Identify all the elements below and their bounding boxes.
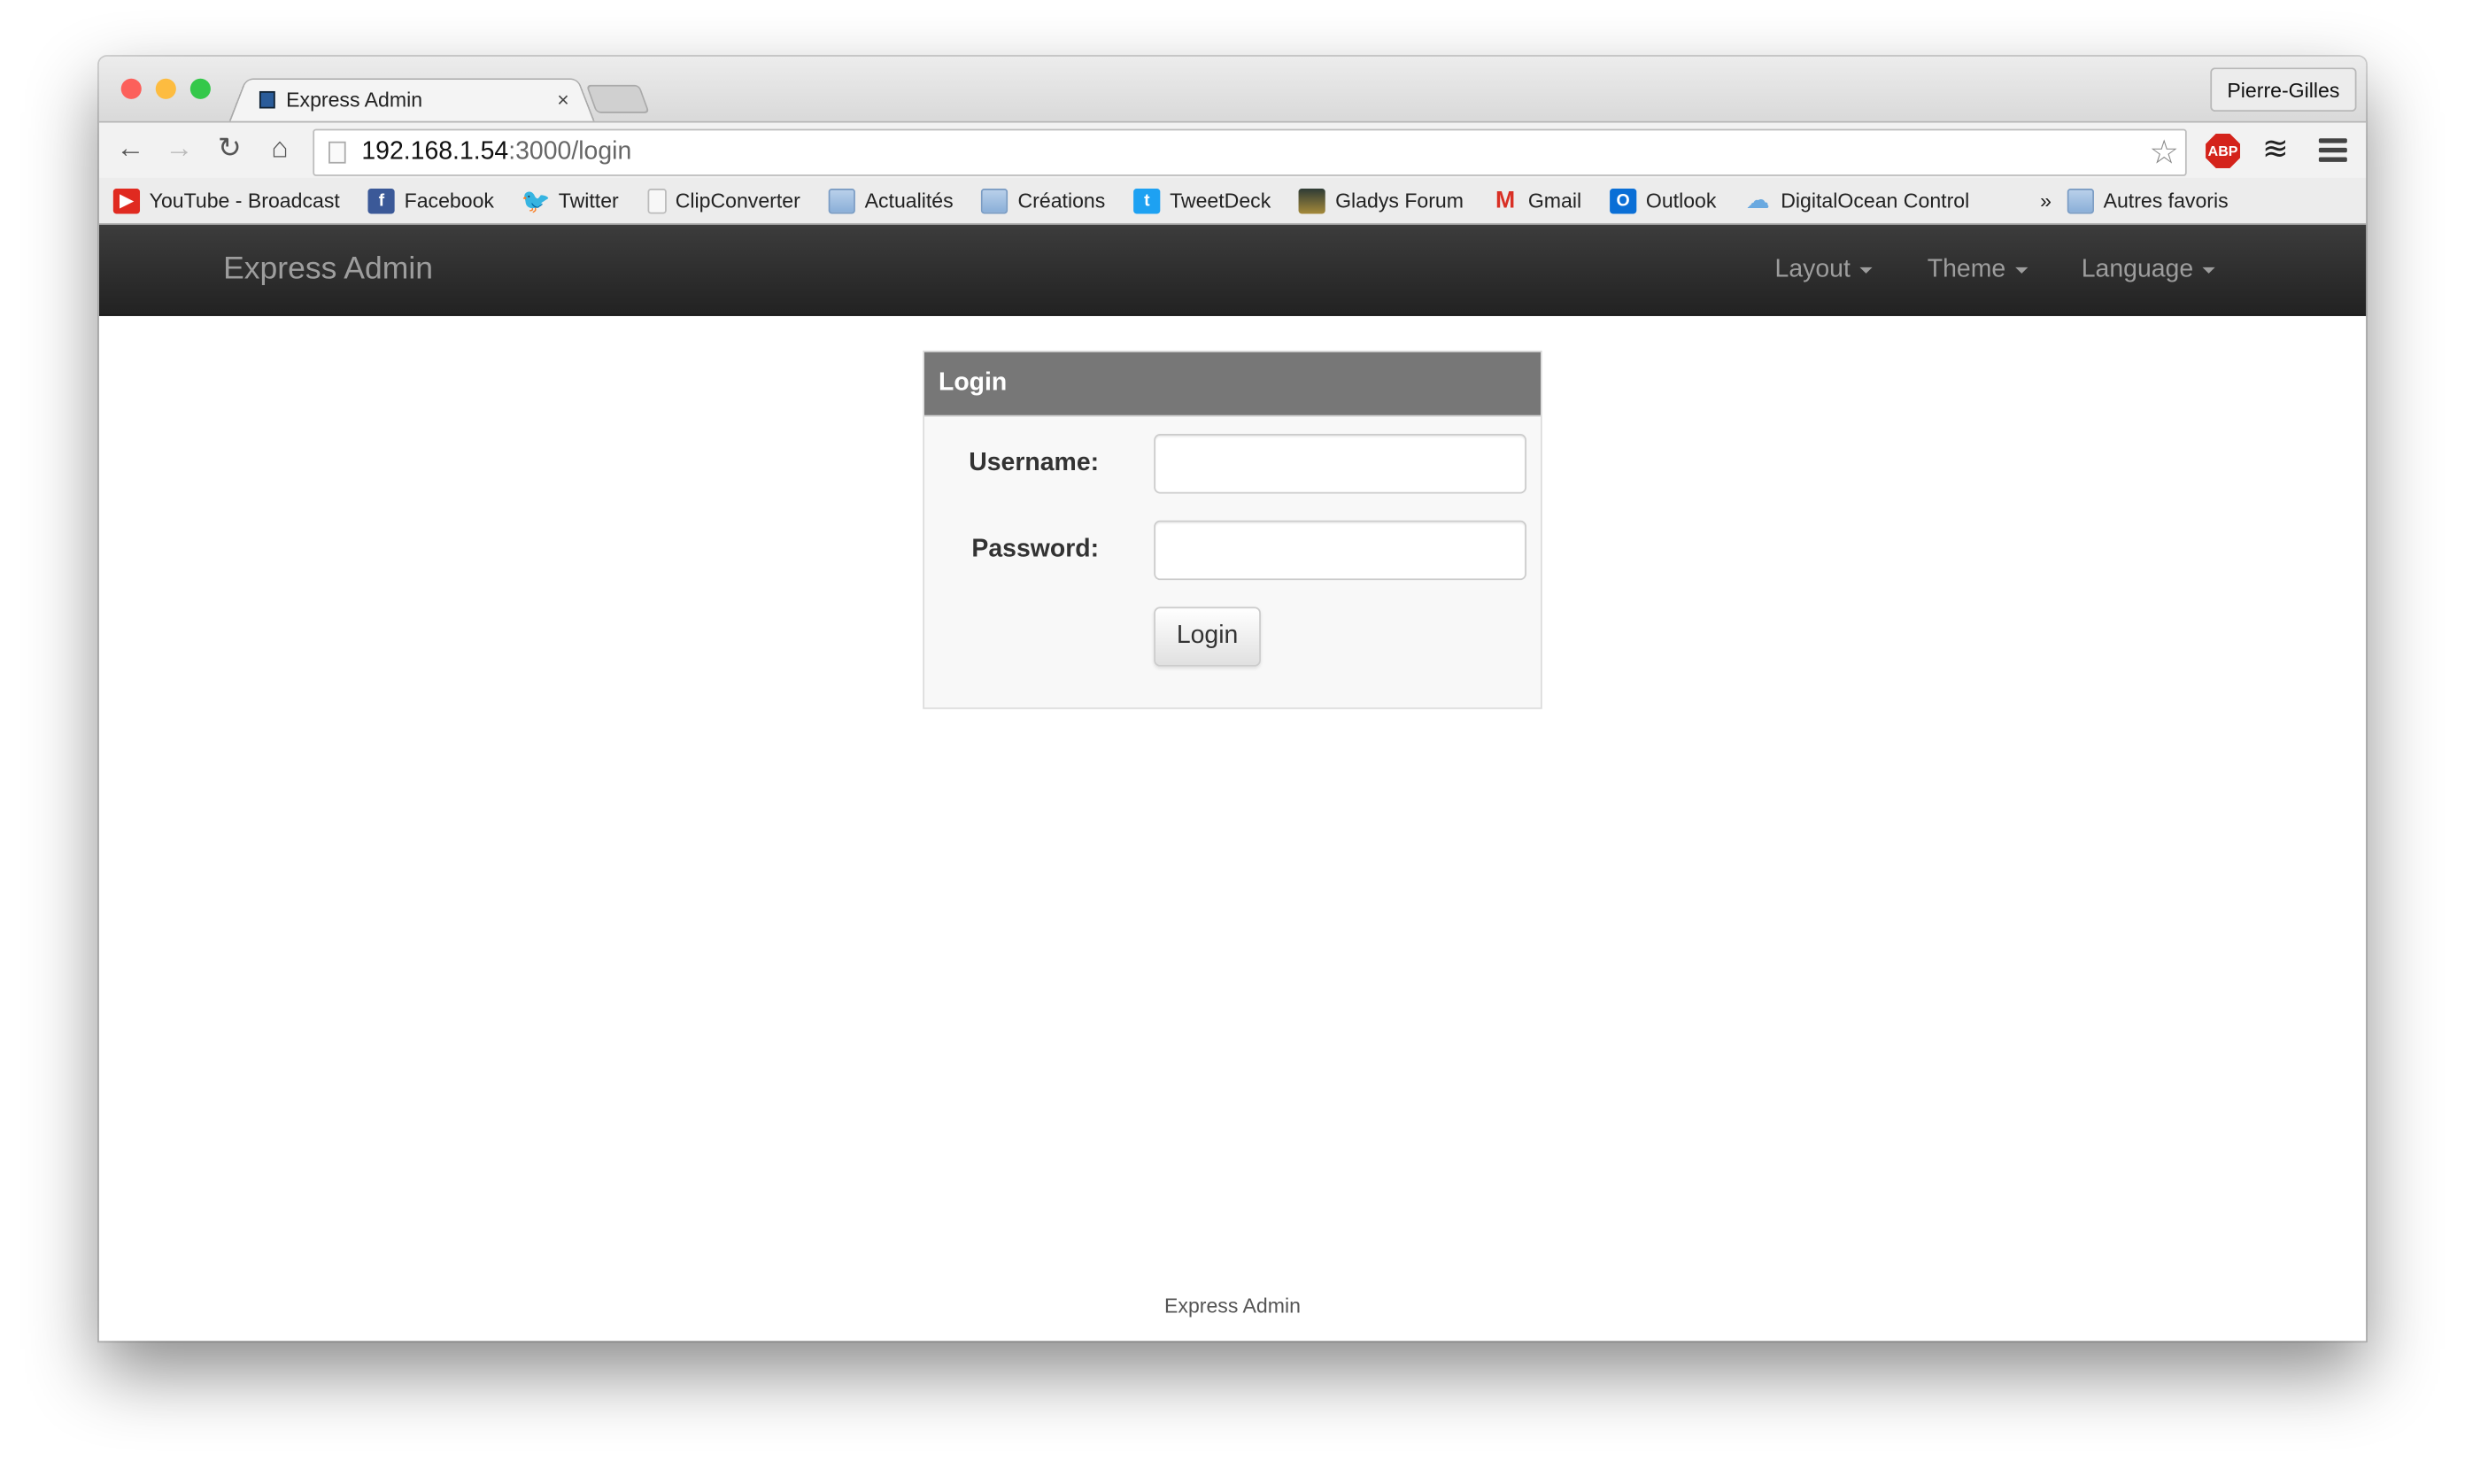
bookmark-gmail[interactable]: M Gmail: [1492, 187, 1582, 214]
bookmark-label: Créations: [1017, 189, 1106, 213]
bookmark-twitter[interactable]: 🐦 Twitter: [521, 188, 619, 215]
browser-window: Express Admin × Pierre-Gilles ← → ↻ ⌂ 19…: [98, 56, 2367, 1341]
username-input[interactable]: [1154, 434, 1527, 494]
login-panel: Login Username: Password: Login: [923, 350, 1542, 709]
login-panel-title: Login: [923, 352, 1541, 417]
tab-title: Express Admin: [286, 87, 423, 112]
app-navbar: Express Admin Layout Theme Language: [98, 224, 2367, 316]
adblock-plus-icon[interactable]: ABP: [2206, 133, 2241, 168]
bookmark-label: Gmail: [1527, 189, 1582, 213]
buffer-layers-icon[interactable]: ≋: [2262, 129, 2289, 168]
profile-button[interactable]: Pierre-Gilles: [2210, 67, 2357, 112]
password-label: Password:: [971, 536, 1100, 563]
nav-label: Language: [2081, 256, 2194, 283]
bookmark-outlook[interactable]: O Outlook: [1610, 188, 1716, 213]
nav-language-dropdown[interactable]: Language: [2081, 256, 2216, 284]
gmail-icon: M: [1495, 187, 1516, 214]
digitalocean-icon: ☁: [1747, 187, 1769, 213]
home-icon[interactable]: ⌂: [261, 132, 299, 165]
bookmark-tweetdeck[interactable]: t TweetDeck: [1133, 188, 1271, 213]
bookmark-youtube[interactable]: ▶ YouTube - Broadcast: [112, 188, 340, 213]
tab-bar: Express Admin × Pierre-Gilles: [98, 56, 2367, 124]
new-tab-button[interactable]: [585, 84, 650, 113]
back-arrow-icon[interactable]: ←: [112, 132, 150, 165]
twitter-icon: 🐦: [521, 188, 551, 215]
bookmark-star-icon[interactable]: ☆: [2149, 134, 2178, 173]
reload-icon[interactable]: ↻: [211, 132, 249, 165]
bookmark-label: TweetDeck: [1170, 189, 1271, 213]
caret-down-icon: [2202, 267, 2216, 274]
bookmark-label: DigitalOcean Control: [1781, 189, 1970, 213]
bookmark-gladys-forum[interactable]: Gladys Forum: [1299, 188, 1464, 213]
address-bar[interactable]: 192.168.1.54:3000/login ☆: [313, 128, 2187, 176]
bookmark-folder-other[interactable]: Autres favoris: [2067, 188, 2229, 213]
forward-arrow-icon[interactable]: →: [160, 132, 198, 165]
nav-label: Layout: [1774, 256, 1851, 283]
youtube-icon: ▶: [112, 188, 141, 213]
page-icon: [646, 188, 667, 213]
folder-icon: [2067, 188, 2094, 213]
url-host: 192.168.1.54: [361, 138, 509, 166]
caret-down-icon: [2014, 267, 2028, 274]
bookmark-folder-creations[interactable]: Créations: [981, 188, 1106, 213]
close-window-button[interactable]: [120, 78, 142, 99]
tab-close-icon[interactable]: ×: [557, 88, 568, 112]
nav-theme-dropdown[interactable]: Theme: [1928, 256, 2028, 284]
bookmark-label: YouTube - Broadcast: [149, 189, 340, 213]
gladys-icon: [1299, 188, 1326, 213]
minimize-window-button[interactable]: [155, 78, 176, 99]
footer-text: Express Admin: [1164, 1294, 1301, 1318]
username-label: Username:: [969, 449, 1100, 476]
bookmark-label: ClipConverter: [675, 189, 800, 213]
folder-icon: [981, 188, 1008, 213]
bookmarks-overflow-button[interactable]: »: [2040, 189, 2052, 213]
bookmark-label: Autres favoris: [2103, 189, 2229, 213]
login-button[interactable]: Login: [1154, 607, 1261, 667]
maximize-window-button[interactable]: [189, 78, 211, 99]
bookmark-folder-actualites[interactable]: Actualités: [828, 188, 954, 213]
navbar-brand[interactable]: Express Admin: [223, 251, 433, 288]
browser-toolbar: ← → ↻ ⌂ 192.168.1.54:3000/login ☆ ABP ≋: [98, 120, 2367, 178]
bookmark-label: Outlook: [1645, 189, 1717, 213]
folder-icon: [828, 188, 855, 213]
nav-label: Theme: [1927, 256, 2006, 283]
password-input[interactable]: [1154, 520, 1527, 581]
tweetdeck-icon: t: [1133, 188, 1161, 213]
outlook-icon: O: [1610, 188, 1637, 213]
bookmark-label: Facebook: [404, 189, 494, 213]
nav-layout-dropdown[interactable]: Layout: [1775, 256, 1873, 284]
url-path: :3000/login: [508, 138, 632, 166]
floppy-disk-icon: [259, 90, 275, 108]
bookmark-facebook[interactable]: f Facebook: [367, 188, 494, 213]
page-icon: [328, 141, 346, 164]
bookmark-label: Gladys Forum: [1335, 189, 1464, 213]
chrome-menu-icon[interactable]: [2318, 138, 2347, 166]
bookmark-label: Actualités: [864, 189, 954, 213]
tab-content[interactable]: Express Admin ×: [259, 77, 582, 121]
bookmark-label: Twitter: [558, 189, 619, 213]
bookmark-clipconverter[interactable]: ClipConverter: [646, 188, 800, 213]
facebook-icon: f: [367, 188, 395, 213]
caret-down-icon: [1859, 267, 1873, 274]
bookmarks-bar: ▶ YouTube - Broadcast f Facebook 🐦 Twitter …: [98, 177, 2367, 225]
bookmark-digitalocean[interactable]: ☁ DigitalOcean Control: [1744, 187, 1970, 213]
